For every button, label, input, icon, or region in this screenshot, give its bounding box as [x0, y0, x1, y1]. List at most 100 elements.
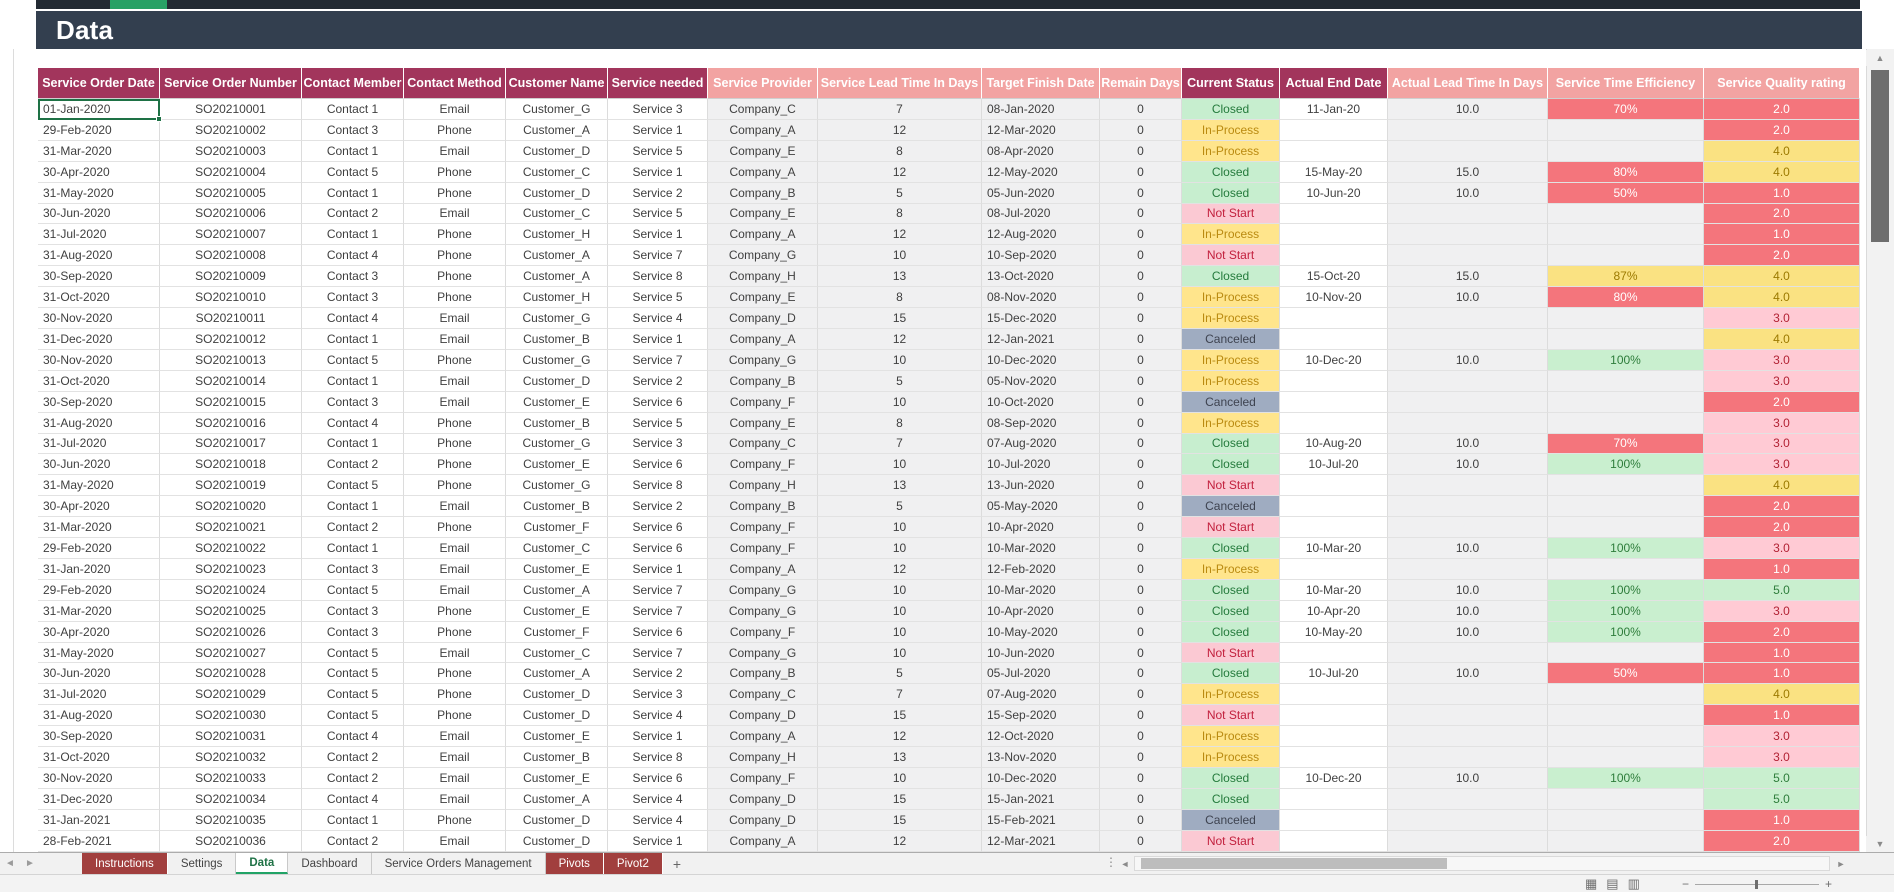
cell[interactable]: Customer_B [506, 747, 608, 768]
cell[interactable]: Email [404, 830, 506, 852]
cell[interactable]: Contact 1 [302, 538, 404, 559]
cell[interactable]: 31-Jul-2020 [38, 433, 160, 455]
cell[interactable] [1388, 370, 1548, 392]
sheet-nav-left-icon[interactable]: ◄ [0, 853, 20, 874]
cell[interactable]: 30-Nov-2020 [38, 349, 160, 371]
cell[interactable]: Company_E [708, 140, 818, 162]
cell[interactable]: 4.0 [1704, 287, 1860, 309]
cell[interactable]: Phone [404, 161, 506, 183]
cell[interactable]: 15-Dec-2020 [982, 308, 1100, 329]
cell[interactable]: Phone [404, 287, 506, 309]
cell[interactable]: 10 [818, 538, 982, 559]
cell[interactable]: Contact 3 [302, 119, 404, 141]
cell[interactable]: Phone [404, 809, 506, 831]
cell[interactable]: SO20210015 [160, 391, 302, 413]
cell[interactable]: Customer_A [506, 119, 608, 141]
cell[interactable]: SO20210003 [160, 140, 302, 162]
cell[interactable]: Customer_C [506, 538, 608, 559]
cell[interactable]: 100% [1548, 600, 1704, 622]
cell[interactable]: SO20210032 [160, 747, 302, 768]
cell[interactable]: 0 [1100, 119, 1182, 141]
cell[interactable]: Customer_A [506, 266, 608, 288]
cell[interactable]: Contact 2 [302, 830, 404, 852]
cell[interactable]: 2.0 [1704, 203, 1860, 225]
cell[interactable] [1388, 203, 1548, 225]
cell[interactable]: 05-Jul-2020 [982, 663, 1100, 685]
cell[interactable]: 28-Feb-2021 [38, 830, 160, 852]
cell[interactable] [1280, 391, 1388, 413]
cell[interactable]: Email [404, 140, 506, 162]
cell[interactable]: 3.0 [1704, 433, 1860, 455]
cell[interactable]: 4.0 [1704, 475, 1860, 497]
cell[interactable]: SO20210014 [160, 370, 302, 392]
cell[interactable]: 4.0 [1704, 140, 1860, 162]
cell[interactable]: 80% [1548, 161, 1704, 183]
cell[interactable]: 10 [818, 768, 982, 789]
cell[interactable]: 70% [1548, 433, 1704, 455]
cell[interactable]: 10-Jul-2020 [982, 454, 1100, 476]
cell[interactable]: 05-May-2020 [982, 496, 1100, 518]
cell[interactable] [1280, 475, 1388, 497]
fill-handle[interactable] [156, 116, 162, 122]
cell[interactable] [1280, 308, 1388, 329]
cell[interactable]: Customer_D [506, 684, 608, 706]
cell[interactable]: Closed [1182, 538, 1280, 559]
cell[interactable]: 31-Dec-2020 [38, 328, 160, 350]
cell[interactable]: 10.0 [1388, 600, 1548, 622]
cell[interactable] [1388, 308, 1548, 329]
cell[interactable]: Company_A [708, 328, 818, 350]
cell[interactable]: SO20210008 [160, 245, 302, 267]
cell[interactable]: 0 [1100, 747, 1182, 768]
cell[interactable]: In-Process [1182, 684, 1280, 706]
cell[interactable]: 10 [818, 517, 982, 539]
cell[interactable]: Contact 4 [302, 412, 404, 434]
cell[interactable]: Closed [1182, 768, 1280, 789]
cell[interactable]: Email [404, 538, 506, 559]
cell[interactable]: Contact 3 [302, 558, 404, 580]
cell[interactable]: Service 1 [608, 119, 708, 141]
cell[interactable]: 3.0 [1704, 349, 1860, 371]
cell[interactable]: 13-Oct-2020 [982, 266, 1100, 288]
cell[interactable]: Customer_E [506, 558, 608, 580]
cell[interactable]: 10.0 [1388, 182, 1548, 204]
cell[interactable]: 15-May-20 [1280, 161, 1388, 183]
column-header[interactable]: Service Lead Time In Days [818, 68, 982, 99]
cell[interactable]: 5 [818, 496, 982, 518]
cell[interactable]: SO20210016 [160, 412, 302, 434]
cell[interactable]: SO20210023 [160, 558, 302, 580]
cell[interactable]: 70% [1548, 99, 1704, 120]
view-normal-icon[interactable]: ▦ [1585, 877, 1597, 890]
cell[interactable] [1548, 308, 1704, 329]
cell[interactable]: Closed [1182, 600, 1280, 622]
cell[interactable]: 30-Sep-2020 [38, 266, 160, 288]
cell[interactable]: Contact 2 [302, 517, 404, 539]
hscroll-left-arrow-icon[interactable]: ◄ [1118, 856, 1132, 871]
cell[interactable]: 12 [818, 224, 982, 246]
cell[interactable]: Customer_C [506, 161, 608, 183]
cell[interactable]: 0 [1100, 538, 1182, 559]
cell[interactable] [1548, 558, 1704, 580]
column-header[interactable]: Service Order Date [38, 68, 160, 99]
cell[interactable]: Email [404, 391, 506, 413]
cell[interactable] [1388, 726, 1548, 748]
cell[interactable]: Contact 3 [302, 600, 404, 622]
cell[interactable]: 10 [818, 349, 982, 371]
cell[interactable] [1280, 119, 1388, 141]
tab-pivot2[interactable]: Pivot2 [603, 853, 663, 874]
cell[interactable]: Company_A [708, 726, 818, 748]
cell[interactable]: SO20210026 [160, 621, 302, 643]
cell[interactable]: Company_A [708, 224, 818, 246]
cell[interactable] [1388, 684, 1548, 706]
column-header[interactable]: Contact Method [404, 68, 506, 99]
cell[interactable]: Phone [404, 245, 506, 267]
cell[interactable]: 0 [1100, 684, 1182, 706]
cell[interactable]: Customer_A [506, 245, 608, 267]
cell[interactable]: 12-Jan-2021 [982, 328, 1100, 350]
cell[interactable]: 10-Mar-2020 [982, 579, 1100, 601]
cell[interactable]: 13 [818, 266, 982, 288]
cell[interactable] [1388, 245, 1548, 267]
column-header[interactable]: Actual Lead Time In Days [1388, 68, 1548, 99]
cell[interactable]: 1.0 [1704, 705, 1860, 727]
cell[interactable]: Service 5 [608, 203, 708, 225]
cell[interactable]: Customer_E [506, 768, 608, 789]
